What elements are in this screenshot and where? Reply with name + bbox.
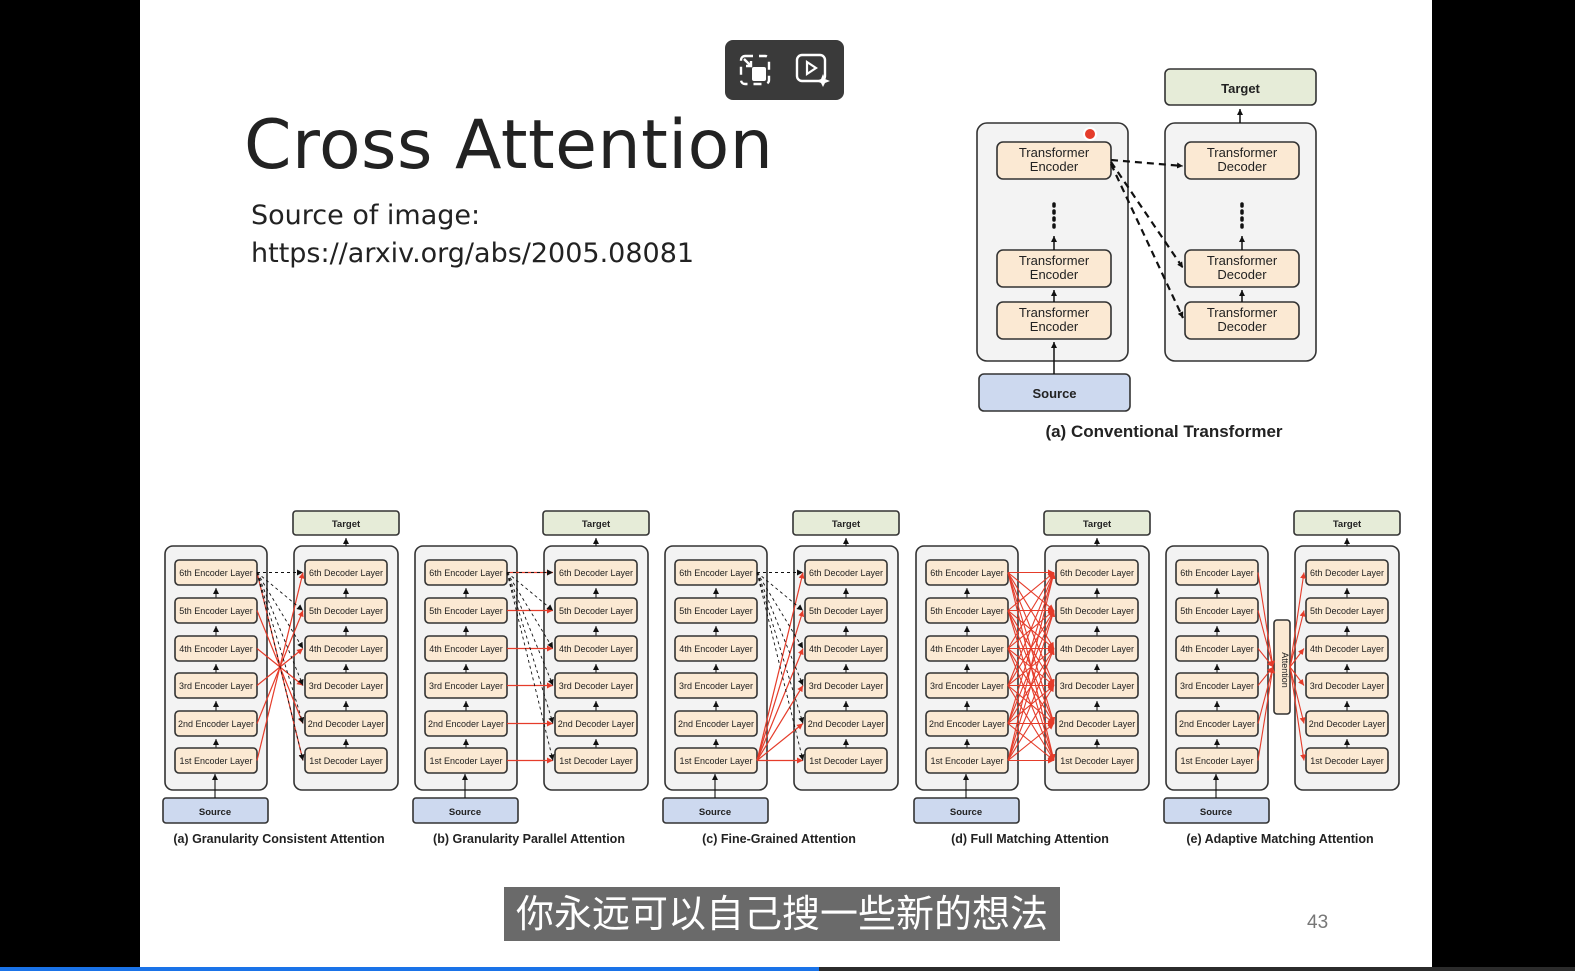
- player-overlay-controls: [725, 40, 844, 100]
- slide-title: Cross Attention: [244, 106, 774, 185]
- slide-page-number: 43: [1307, 912, 1329, 933]
- source-url[interactable]: https://arxiv.org/abs/2005.08081: [251, 238, 694, 269]
- source-label: Source of image:: [251, 200, 481, 231]
- video-progress-fill: [0, 967, 819, 971]
- video-subtitle: 你永远可以自己搜一些新的想法: [504, 887, 1061, 941]
- exit-fullscreen-icon[interactable]: [735, 50, 775, 90]
- video-ai-icon[interactable]: [794, 50, 834, 90]
- video-progress-bar[interactable]: [0, 967, 1575, 971]
